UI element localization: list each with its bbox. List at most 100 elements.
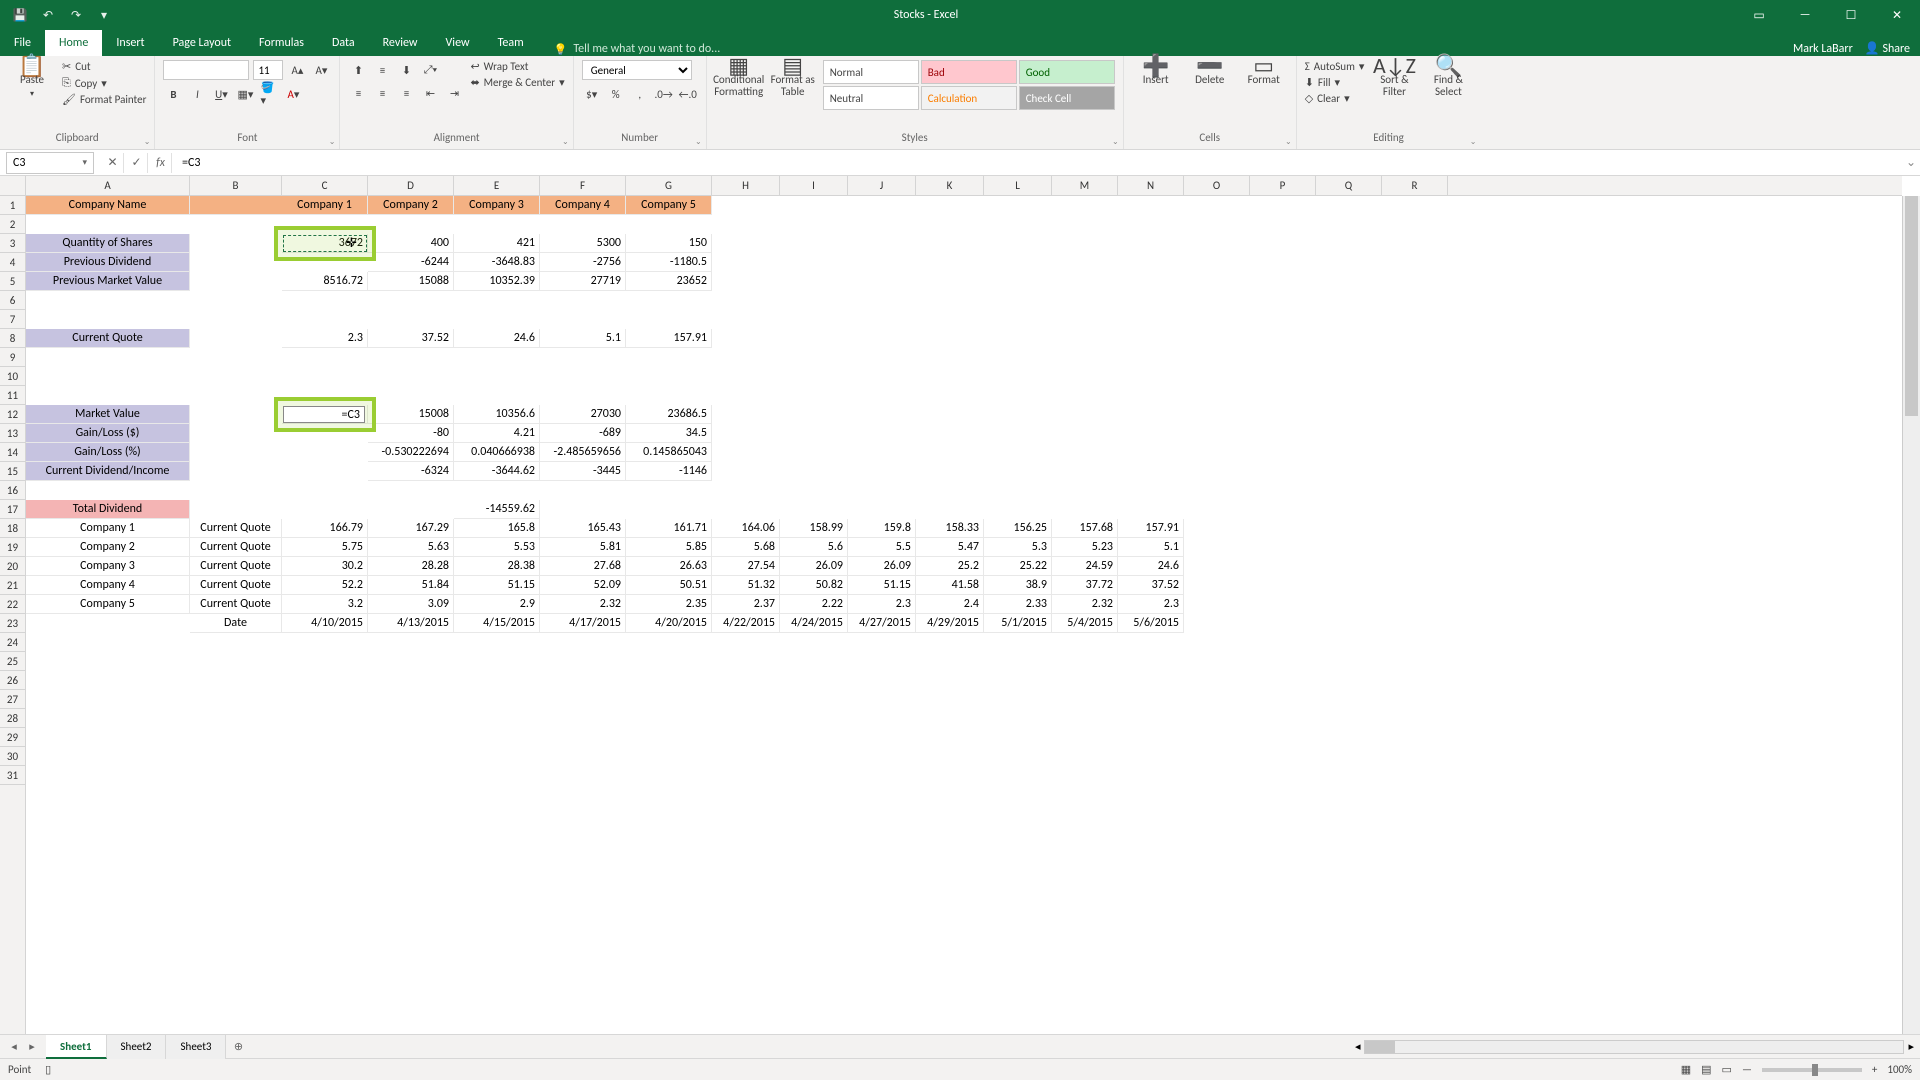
- tab-review[interactable]: Review: [369, 30, 432, 56]
- cell-I19[interactable]: 5.6: [780, 538, 848, 557]
- cell-E19[interactable]: 5.53: [454, 538, 540, 557]
- cell-L20[interactable]: 25.22: [984, 557, 1052, 576]
- italic-button[interactable]: I: [187, 84, 207, 104]
- col-header-F[interactable]: F: [540, 176, 626, 195]
- align-left-icon[interactable]: ≡: [348, 83, 368, 103]
- cell-G3[interactable]: 150: [626, 234, 712, 253]
- maximize-icon[interactable]: ☐: [1828, 0, 1874, 30]
- cell-E13[interactable]: 4.21: [454, 424, 540, 443]
- cell-D8[interactable]: 37.52: [368, 329, 454, 348]
- cell-C20[interactable]: 30.2: [282, 557, 368, 576]
- cell-F23[interactable]: 4/17/2015: [540, 614, 626, 633]
- row-header-13[interactable]: 13: [0, 424, 25, 443]
- cell-E23[interactable]: 4/15/2015: [454, 614, 540, 633]
- cell-C5[interactable]: 8516.72: [282, 272, 368, 291]
- style-good[interactable]: Good: [1019, 60, 1115, 84]
- cell-F20[interactable]: 27.68: [540, 557, 626, 576]
- cell-K22[interactable]: 2.4: [916, 595, 984, 614]
- underline-button[interactable]: U▾: [211, 84, 231, 104]
- vscroll-thumb[interactable]: [1905, 196, 1918, 416]
- cell-G21[interactable]: 50.51: [626, 576, 712, 595]
- format-painter-button[interactable]: 🖌Format Painter: [62, 93, 146, 106]
- row-header-25[interactable]: 25: [0, 652, 25, 671]
- cell-L18[interactable]: 156.25: [984, 519, 1052, 538]
- orientation-icon[interactable]: ⤢▾: [420, 60, 440, 80]
- cell-F4[interactable]: -2756: [540, 253, 626, 272]
- col-header-K[interactable]: K: [916, 176, 984, 195]
- cell-K20[interactable]: 25.2: [916, 557, 984, 576]
- cell-G8[interactable]: 157.91: [626, 329, 712, 348]
- merge-center-button[interactable]: ⬌Merge & Center ▾: [470, 76, 564, 89]
- col-header-R[interactable]: R: [1382, 176, 1448, 195]
- cell-G20[interactable]: 26.63: [626, 557, 712, 576]
- undo-icon[interactable]: ↶: [36, 3, 60, 27]
- col-header-M[interactable]: M: [1052, 176, 1118, 195]
- cell-N18[interactable]: 157.91: [1118, 519, 1184, 538]
- sheet-nav[interactable]: ◂▸: [0, 1040, 46, 1053]
- cell-D13[interactable]: -80: [368, 424, 454, 443]
- cell-G12[interactable]: 23686.5: [626, 405, 712, 424]
- cell-I23[interactable]: 4/24/2015: [780, 614, 848, 633]
- cell-L19[interactable]: 5.3: [984, 538, 1052, 557]
- cell-E20[interactable]: 28.38: [454, 557, 540, 576]
- tab-home[interactable]: Home: [45, 30, 102, 56]
- cell-F1[interactable]: Company 4: [540, 196, 626, 215]
- style-normal[interactable]: Normal: [823, 60, 919, 84]
- row-header-2[interactable]: 2: [0, 215, 25, 234]
- cell-D23[interactable]: 4/13/2015: [368, 614, 454, 633]
- cell-M22[interactable]: 2.32: [1052, 595, 1118, 614]
- page-break-view-icon[interactable]: ▭: [1722, 1063, 1732, 1076]
- cell-E5[interactable]: 10352.39: [454, 272, 540, 291]
- align-center-icon[interactable]: ≡: [372, 83, 392, 103]
- cell-C22[interactable]: 3.2: [282, 595, 368, 614]
- format-cells-button[interactable]: ▭Format: [1240, 60, 1288, 86]
- border-button[interactable]: ▦▾: [235, 84, 255, 104]
- style-neutral[interactable]: Neutral: [823, 86, 919, 110]
- cell-M19[interactable]: 5.23: [1052, 538, 1118, 557]
- cell-N23[interactable]: 5/6/2015: [1118, 614, 1184, 633]
- cell-A20[interactable]: Company 3: [26, 557, 190, 576]
- cell-A5[interactable]: Previous Market Value: [26, 272, 190, 291]
- cell-G19[interactable]: 5.85: [626, 538, 712, 557]
- row-header-12[interactable]: 12: [0, 405, 25, 424]
- cell-D12[interactable]: 15008: [368, 405, 454, 424]
- cell-D22[interactable]: 3.09: [368, 595, 454, 614]
- cell-H23[interactable]: 4/22/2015: [712, 614, 780, 633]
- cell-I20[interactable]: 26.09: [780, 557, 848, 576]
- cell-C1[interactable]: Company 1: [282, 196, 368, 215]
- delete-cells-button[interactable]: ➖Delete: [1186, 60, 1234, 86]
- row-header-5[interactable]: 5: [0, 272, 25, 291]
- zoom-slider[interactable]: [1762, 1068, 1862, 1072]
- cell-I21[interactable]: 50.82: [780, 576, 848, 595]
- cell-K18[interactable]: 158.33: [916, 519, 984, 538]
- cell-D19[interactable]: 5.63: [368, 538, 454, 557]
- editing-cell-C12[interactable]: =C3: [283, 406, 365, 423]
- col-header-B[interactable]: B: [190, 176, 282, 195]
- name-box[interactable]: C3: [6, 152, 94, 174]
- redo-icon[interactable]: ↷: [64, 3, 88, 27]
- cell-D3[interactable]: 400: [368, 234, 454, 253]
- find-select-button[interactable]: 🔍Find & Select: [1424, 60, 1472, 98]
- increase-decimal-icon[interactable]: .0→: [654, 84, 674, 104]
- cell-D20[interactable]: 28.28: [368, 557, 454, 576]
- row-header-20[interactable]: 20: [0, 557, 25, 576]
- cell-J18[interactable]: 159.8: [848, 519, 916, 538]
- sheet-tab-2[interactable]: Sheet2: [107, 1035, 167, 1059]
- col-header-D[interactable]: D: [368, 176, 454, 195]
- cell-M21[interactable]: 37.72: [1052, 576, 1118, 595]
- cut-button[interactable]: ✂Cut: [62, 60, 146, 73]
- copy-button[interactable]: ⎘Copy ▾: [62, 76, 146, 90]
- cell-L22[interactable]: 2.33: [984, 595, 1052, 614]
- cell-C21[interactable]: 52.2: [282, 576, 368, 595]
- spreadsheet-grid[interactable]: ABCDEFGHIJKLMNOPQR 123456789101112131415…: [0, 176, 1920, 1034]
- conditional-formatting-button[interactable]: ▦Conditional Formatting: [715, 60, 763, 98]
- row-header-16[interactable]: 16: [0, 481, 25, 500]
- cell-M23[interactable]: 5/4/2015: [1052, 614, 1118, 633]
- cell-N19[interactable]: 5.1: [1118, 538, 1184, 557]
- cell-E4[interactable]: -3648.83: [454, 253, 540, 272]
- cell-G18[interactable]: 161.71: [626, 519, 712, 538]
- cell-G23[interactable]: 4/20/2015: [626, 614, 712, 633]
- row-header-1[interactable]: 1: [0, 196, 25, 215]
- cell-E15[interactable]: -3644.62: [454, 462, 540, 481]
- clear-button[interactable]: ◇Clear ▾: [1305, 92, 1365, 105]
